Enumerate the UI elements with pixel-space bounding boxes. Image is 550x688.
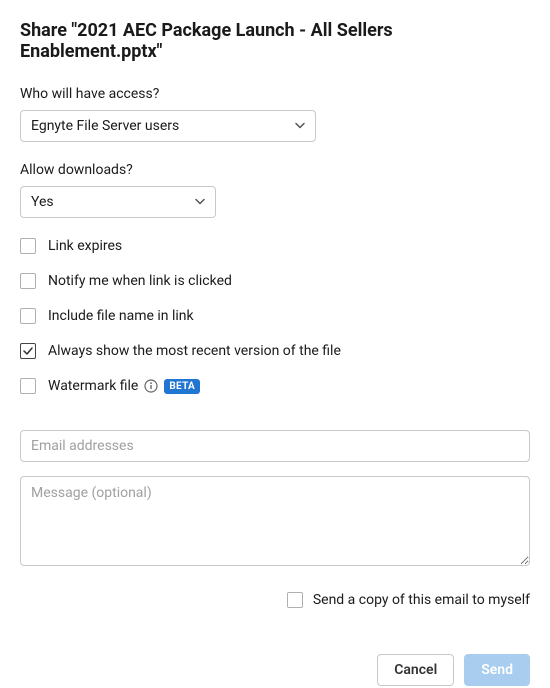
include-filename-checkbox[interactable] xyxy=(20,308,36,324)
downloads-label: Allow downloads? xyxy=(20,162,530,178)
option-recent-version: Always show the most recent version of t… xyxy=(20,343,530,359)
watermark-label-group: Watermark file BETA xyxy=(48,378,200,394)
link-expires-checkbox[interactable] xyxy=(20,238,36,254)
downloads-select[interactable]: Yes xyxy=(20,186,216,218)
access-label: Who will have access? xyxy=(20,86,530,102)
send-copy-checkbox[interactable] xyxy=(287,592,303,608)
access-select[interactable]: Egnyte File Server users xyxy=(20,110,316,142)
watermark-label: Watermark file xyxy=(48,378,138,394)
link-expires-label: Link expires xyxy=(48,238,122,254)
watermark-checkbox[interactable] xyxy=(20,378,36,394)
send-button[interactable]: Send xyxy=(464,654,530,686)
info-icon[interactable] xyxy=(144,379,158,393)
downloads-select-wrapper: Yes xyxy=(20,186,216,218)
option-link-expires: Link expires xyxy=(20,238,530,254)
send-copy-row: Send a copy of this email to myself xyxy=(20,592,530,608)
include-filename-label: Include file name in link xyxy=(48,308,194,324)
notify-click-checkbox[interactable] xyxy=(20,273,36,289)
button-row: Cancel Send xyxy=(20,654,530,686)
dialog-title: Share "2021 AEC Package Launch - All Sel… xyxy=(20,20,530,62)
option-notify-click: Notify me when link is clicked xyxy=(20,273,530,289)
notify-click-label: Notify me when link is clicked xyxy=(48,273,232,289)
recent-version-label: Always show the most recent version of t… xyxy=(48,343,341,359)
option-include-filename: Include file name in link xyxy=(20,308,530,324)
beta-badge: BETA xyxy=(164,379,200,394)
access-select-wrapper: Egnyte File Server users xyxy=(20,110,316,142)
cancel-button[interactable]: Cancel xyxy=(377,654,454,686)
option-watermark: Watermark file BETA xyxy=(20,378,530,394)
message-textarea[interactable] xyxy=(20,476,530,566)
options-list: Link expires Notify me when link is clic… xyxy=(20,238,530,394)
send-copy-label: Send a copy of this email to myself xyxy=(313,592,530,608)
recent-version-checkbox[interactable] xyxy=(20,343,36,359)
email-input[interactable] xyxy=(20,430,530,462)
